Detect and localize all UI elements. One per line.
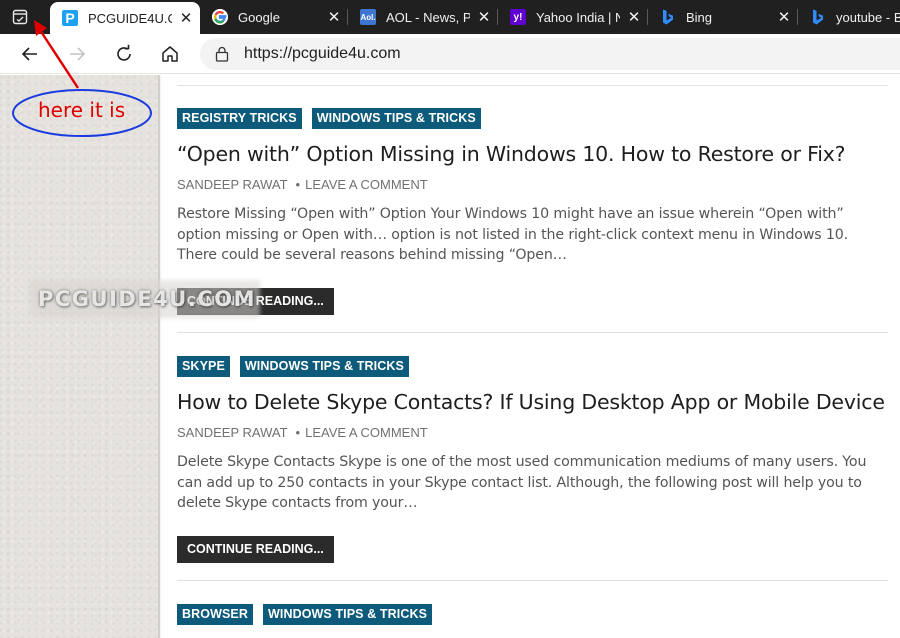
tab-title: Bing bbox=[686, 9, 713, 25]
author-link[interactable]: SANDEEP RAWAT bbox=[177, 177, 288, 192]
site-watermark: PCGUIDE4U.COM bbox=[38, 287, 256, 311]
page-background-texture bbox=[0, 75, 160, 638]
forward-button[interactable] bbox=[62, 39, 92, 69]
back-button[interactable] bbox=[15, 39, 45, 69]
tab-actions-button[interactable] bbox=[9, 7, 31, 27]
meta-separator: • bbox=[295, 425, 301, 440]
post-divider bbox=[177, 85, 888, 86]
category-list: SKYPE WINDOWS TIPS & TRICKS bbox=[177, 356, 889, 377]
article-title[interactable]: “Open with” Option Missing in Windows 10… bbox=[177, 141, 889, 167]
article-title[interactable]: How to Delete Skype Contacts? If Using D… bbox=[177, 389, 889, 415]
tab-youtube-bing[interactable]: youtube - Bing bbox=[798, 0, 900, 34]
article-meta: SANDEEP RAWAT • LEAVE A COMMENT bbox=[177, 176, 889, 193]
category-tag[interactable]: WINDOWS TIPS & TRICKS bbox=[311, 108, 481, 129]
back-arrow-icon bbox=[21, 47, 37, 61]
continue-reading-button[interactable]: CONTINUE READING... bbox=[177, 535, 334, 563]
tab-close-icon[interactable]: ✕ bbox=[470, 8, 498, 26]
content-shadow bbox=[158, 75, 162, 638]
tab-google[interactable]: Google ✕ bbox=[200, 0, 348, 34]
tab-close-icon[interactable]: ✕ bbox=[770, 8, 798, 26]
address-url[interactable]: https://pcguide4u.com bbox=[244, 45, 401, 63]
aol-icon: Aol. bbox=[360, 9, 376, 25]
annotation-label: here it is bbox=[38, 98, 126, 122]
forward-arrow-icon bbox=[70, 47, 86, 61]
author-link[interactable]: SANDEEP RAWAT bbox=[177, 425, 288, 440]
leave-comment-link[interactable]: LEAVE A COMMENT bbox=[305, 177, 428, 192]
category-list: BROWSER WINDOWS TIPS & TRICKS bbox=[177, 604, 889, 625]
category-tag[interactable]: WINDOWS TIPS & TRICKS bbox=[262, 604, 433, 625]
google-g-icon bbox=[212, 9, 228, 25]
category-list: REGISTRY TRICKS WINDOWS TIPS & TRICKS bbox=[177, 108, 889, 129]
browser-toolbar: https://pcguide4u.com bbox=[0, 34, 900, 74]
bing-icon bbox=[660, 9, 676, 25]
category-tag[interactable]: SKYPE bbox=[177, 356, 230, 377]
lock-icon[interactable] bbox=[214, 46, 230, 62]
refresh-icon bbox=[117, 44, 131, 61]
tab-actions-icon bbox=[12, 9, 28, 25]
category-tag[interactable]: BROWSER bbox=[177, 604, 253, 625]
tab-title: PCGUIDE4U.COM bbox=[88, 10, 172, 26]
article-card: REGISTRY TRICKS WINDOWS TIPS & TRICKS “O… bbox=[177, 108, 889, 315]
post-divider bbox=[177, 332, 888, 333]
tab-title: Yahoo India | News bbox=[536, 9, 620, 25]
article-meta: SANDEEP RAWAT • LEAVE A COMMENT bbox=[177, 424, 889, 441]
article-card: SKYPE WINDOWS TIPS & TRICKS How to Delet… bbox=[177, 356, 889, 563]
tab-title: Google bbox=[238, 9, 280, 25]
tab-title: youtube - Bing bbox=[836, 9, 900, 25]
bing-icon bbox=[810, 9, 826, 25]
tab-strip: P PCGUIDE4U.COM ✕ Google ✕ Aol. AOL - Ne… bbox=[0, 0, 900, 34]
post-divider bbox=[177, 580, 888, 581]
home-icon bbox=[162, 46, 178, 62]
tab-pcguide4u[interactable]: P PCGUIDE4U.COM ✕ bbox=[50, 2, 200, 34]
home-button[interactable] bbox=[155, 39, 185, 69]
tab-bing[interactable]: Bing ✕ bbox=[648, 0, 798, 34]
tab-close-icon[interactable]: ✕ bbox=[320, 8, 348, 26]
tab-close-icon[interactable]: ✕ bbox=[620, 8, 648, 26]
page-viewport: REGISTRY TRICKS WINDOWS TIPS & TRICKS “O… bbox=[0, 75, 900, 638]
tab-aol[interactable]: Aol. AOL - News, Politics ✕ bbox=[348, 0, 498, 34]
category-tag[interactable]: REGISTRY TRICKS bbox=[177, 108, 302, 129]
article-excerpt: Restore Missing “Open with” Option Your … bbox=[177, 206, 849, 264]
leave-comment-link[interactable]: LEAVE A COMMENT bbox=[305, 425, 428, 440]
address-bar[interactable]: https://pcguide4u.com bbox=[200, 38, 900, 70]
tab-yahoo[interactable]: y! Yahoo India | News ✕ bbox=[498, 0, 648, 34]
category-tag[interactable]: WINDOWS TIPS & TRICKS bbox=[239, 356, 409, 377]
meta-separator: • bbox=[295, 177, 301, 192]
article-excerpt: Delete Skype Contacts Skype is one of th… bbox=[177, 454, 867, 512]
article-card: BROWSER WINDOWS TIPS & TRICKS bbox=[177, 604, 889, 625]
pcguide-p-icon: P bbox=[62, 10, 78, 26]
refresh-button[interactable] bbox=[109, 39, 139, 69]
yahoo-icon: y! bbox=[510, 9, 526, 25]
tab-close-icon[interactable]: ✕ bbox=[172, 9, 200, 27]
tab-title: AOL - News, Politics bbox=[386, 9, 470, 25]
